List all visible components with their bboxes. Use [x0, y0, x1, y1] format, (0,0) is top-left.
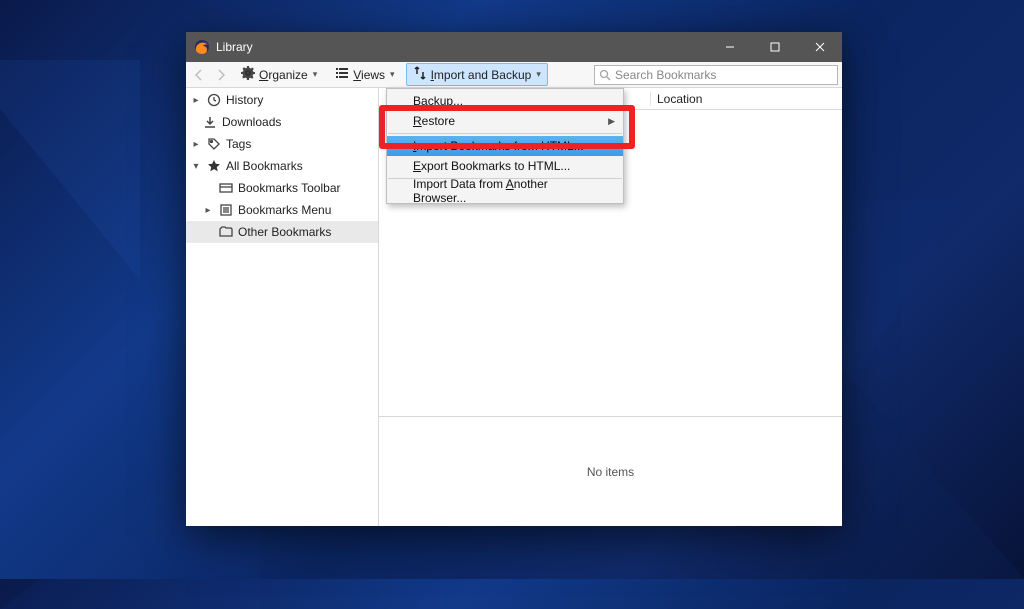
- all-bookmarks-label: All Bookmarks: [226, 159, 303, 173]
- list-icon: [335, 66, 349, 83]
- views-label: Views: [353, 68, 385, 82]
- sidebar-item-history[interactable]: ▸ History: [186, 89, 378, 111]
- sidebar-item-all-bookmarks[interactable]: ▾ All Bookmarks: [186, 155, 378, 177]
- sidebar-item-other-bookmarks[interactable]: Other Bookmarks: [186, 221, 378, 243]
- search-input[interactable]: Search Bookmarks: [594, 65, 838, 85]
- sidebar-item-bookmarks-menu[interactable]: ▸ Bookmarks Menu: [186, 199, 378, 221]
- other-bookmarks-label: Other Bookmarks: [238, 225, 331, 239]
- bookmarks-toolbar-label: Bookmarks Toolbar: [238, 181, 341, 195]
- expand-icon[interactable]: ▸: [190, 95, 202, 106]
- menu-import-browser[interactable]: Import Data from Another Browser...: [387, 181, 623, 201]
- views-menu-button[interactable]: Views ▾: [328, 63, 401, 86]
- import-export-icon: [413, 66, 427, 83]
- import-backup-dropdown: Backup... Restore ▶ Import Bookmarks fro…: [386, 88, 624, 204]
- sidebar-item-downloads[interactable]: Downloads: [186, 111, 378, 133]
- no-items-label: No items: [587, 465, 634, 479]
- bookmarks-toolbar-icon: [218, 180, 234, 196]
- menu-import-html[interactable]: Import Bookmarks from HTML...: [387, 136, 623, 156]
- submenu-arrow-icon: ▶: [608, 116, 615, 127]
- organize-label: Organize: [259, 68, 308, 82]
- star-icon: [206, 158, 222, 174]
- import-backup-label: Import and Backup: [431, 68, 532, 82]
- bookmarks-menu-icon: [218, 202, 234, 218]
- expand-icon[interactable]: ▸: [190, 139, 202, 150]
- forward-button[interactable]: [212, 66, 230, 84]
- expand-icon[interactable]: ▸: [202, 205, 214, 216]
- sidebar: ▸ History Downloads ▸ Tags ▾ All Bookmar…: [186, 88, 379, 526]
- back-button[interactable]: [190, 66, 208, 84]
- search-placeholder: Search Bookmarks: [615, 68, 716, 82]
- collapse-icon[interactable]: ▾: [190, 161, 202, 172]
- history-label: History: [226, 93, 263, 107]
- firefox-icon: [194, 39, 210, 55]
- tag-icon: [206, 136, 222, 152]
- other-bookmarks-icon: [218, 224, 234, 240]
- tags-label: Tags: [226, 137, 251, 151]
- search-icon: [599, 69, 611, 81]
- download-icon: [202, 114, 218, 130]
- minimize-button[interactable]: [707, 32, 752, 62]
- chevron-down-icon: ▾: [536, 69, 541, 80]
- window-title: Library: [216, 40, 253, 55]
- titlebar[interactable]: Library: [186, 32, 842, 62]
- sidebar-item-tags[interactable]: ▸ Tags: [186, 133, 378, 155]
- import-backup-menu-button[interactable]: Import and Backup ▾: [406, 63, 548, 86]
- menu-export-html[interactable]: Export Bookmarks to HTML...: [387, 156, 623, 176]
- sidebar-item-bookmarks-toolbar[interactable]: Bookmarks Toolbar: [186, 177, 378, 199]
- organize-menu-button[interactable]: Organize ▾: [234, 63, 324, 86]
- downloads-label: Downloads: [222, 115, 281, 129]
- menu-separator: [388, 133, 622, 134]
- menu-restore[interactable]: Restore ▶: [387, 111, 623, 131]
- toolbar: Organize ▾ Views ▾ Import and Backup ▾ S…: [186, 62, 842, 88]
- clock-icon: [206, 92, 222, 108]
- chevron-down-icon: ▾: [313, 69, 318, 80]
- chevron-down-icon: ▾: [390, 69, 395, 80]
- library-window: Library Organize ▾ Views ▾ Import and Ba…: [186, 32, 842, 526]
- column-location[interactable]: Location: [651, 92, 842, 106]
- close-button[interactable]: [797, 32, 842, 62]
- gear-icon: [241, 66, 255, 83]
- menu-backup[interactable]: Backup...: [387, 91, 623, 111]
- maximize-button[interactable]: [752, 32, 797, 62]
- details-pane: No items: [379, 416, 842, 526]
- bookmarks-menu-label: Bookmarks Menu: [238, 203, 331, 217]
